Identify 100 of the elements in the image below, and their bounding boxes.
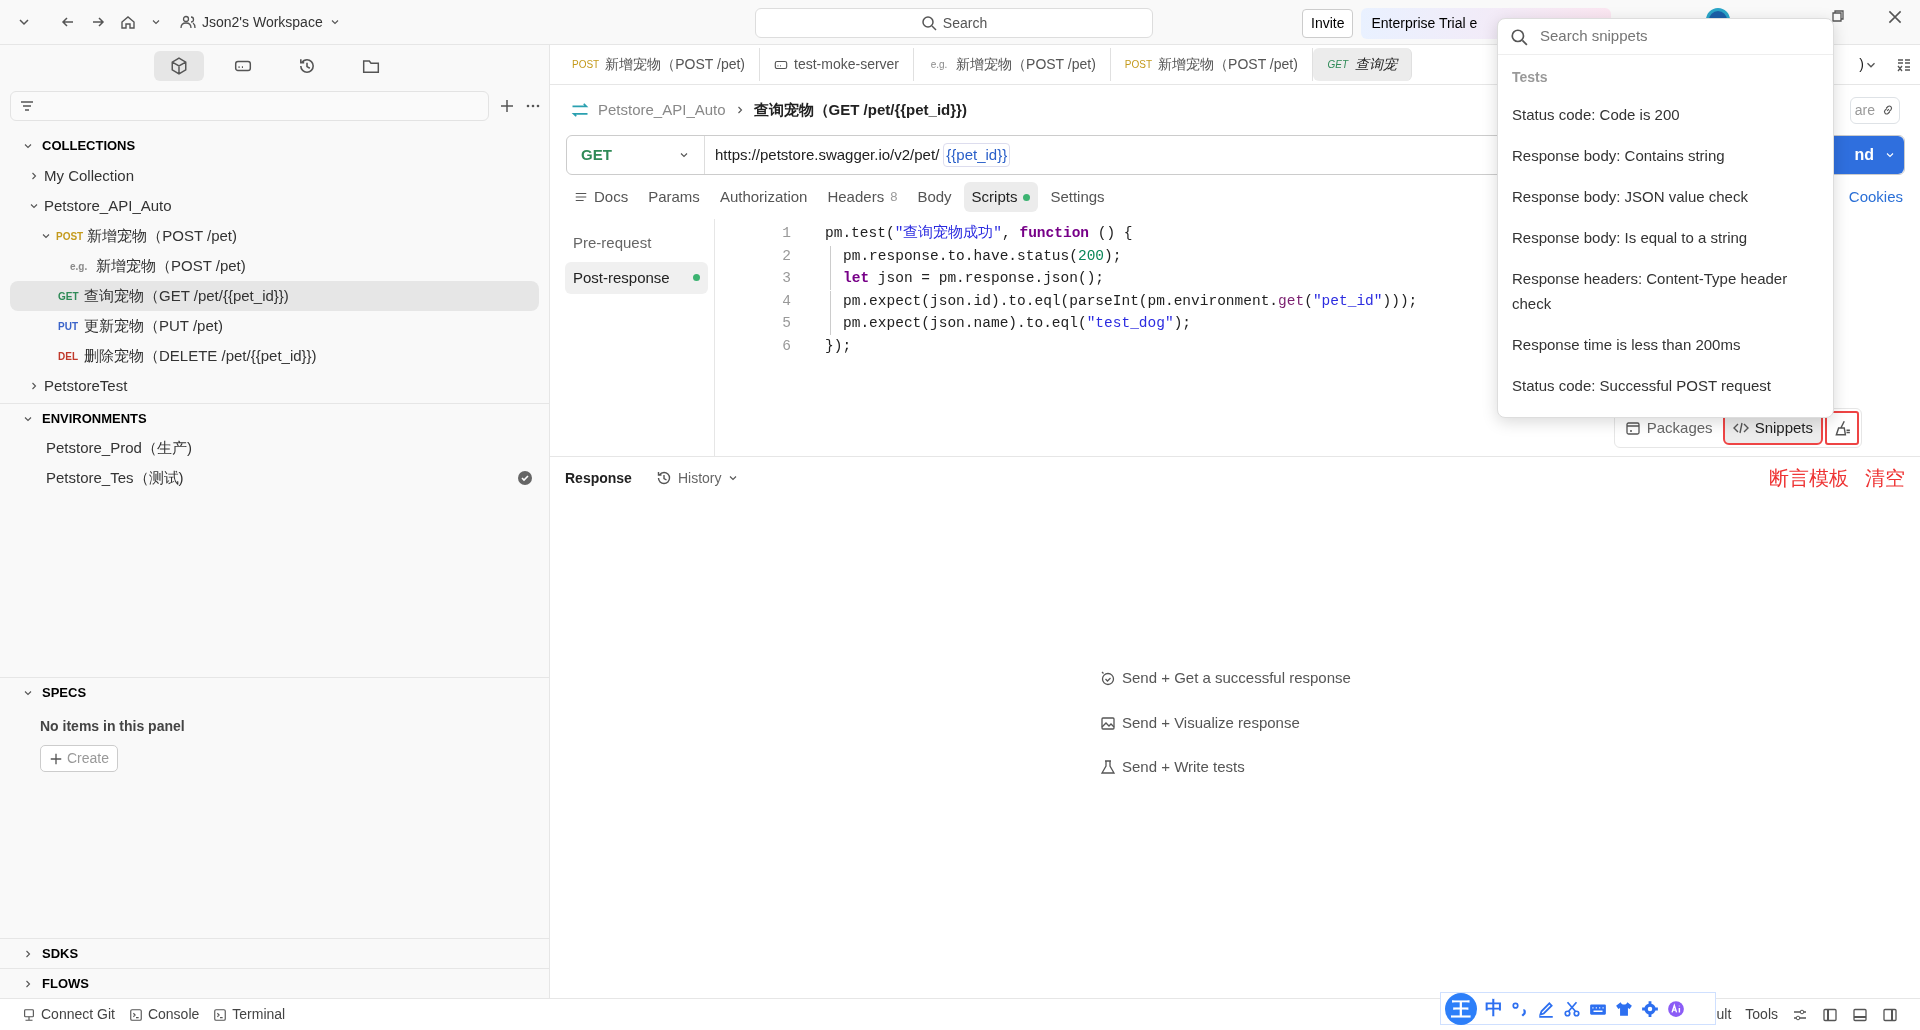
status-bar-button[interactable]: Tools: [1745, 1004, 1778, 1025]
tree-item[interactable]: PetstoreTest: [10, 371, 539, 401]
line-number: 2: [781, 246, 792, 266]
flask-icon: [1100, 759, 1116, 776]
terminal-icon: [213, 1007, 228, 1022]
section-header[interactable]: SDKS: [0, 939, 549, 969]
environment-item[interactable]: Petstore_Prod（生产): [10, 433, 539, 463]
hint-link[interactable]: Send + Visualize response: [1100, 711, 1300, 734]
shirt-icon[interactable]: [1615, 999, 1633, 1018]
code-line: let json = pm.response.json();: [830, 268, 1105, 291]
request-option-tab[interactable]: Headers 8: [819, 181, 906, 213]
annotation-label: 清空: [1865, 466, 1905, 491]
section-label: Tests: [1511, 68, 1549, 87]
tree-item[interactable]: POST 新增宠物（POST /pet): [10, 221, 539, 251]
add-icon[interactable]: [499, 98, 515, 114]
tree-item[interactable]: GET 查询宠物（GET /pet/{{pet_id}}): [10, 281, 539, 311]
status-bar-button[interactable]: Console: [128, 1004, 200, 1025]
variables-icon[interactable]: [1896, 56, 1912, 73]
snippet-item[interactable]: Status code: Successful POST request: [1498, 365, 1833, 406]
hint-link[interactable]: Send + Get a successful response: [1100, 667, 1351, 690]
request-option-tab[interactable]: Body: [909, 181, 960, 213]
code-line: pm.response.to.have.status(200);: [830, 245, 1122, 268]
status-bar-button[interactable]: Connect Git: [22, 1004, 115, 1025]
workspace-switcher[interactable]: Json2's Workspace: [176, 9, 345, 35]
request-tab[interactable]: test-moke-server: [760, 48, 915, 81]
request-option-tab[interactable]: Settings: [1042, 181, 1113, 213]
section-header[interactable]: SPECS: [0, 678, 549, 708]
request-option-tab[interactable]: Scripts: [963, 181, 1039, 213]
environment-item[interactable]: Petstore_Tes（测试): [10, 463, 539, 493]
section-header[interactable]: ENVIRONMENTS: [0, 403, 549, 433]
search-icon: [920, 15, 937, 31]
tree-item[interactable]: Petstore_API_Auto: [10, 191, 539, 221]
code-line: pm.test("查询宠物成功", function () {: [825, 223, 1133, 244]
line-number: 4: [781, 291, 792, 311]
history-icon: [655, 470, 672, 486]
link-icon: [1881, 103, 1895, 117]
snippet-item[interactable]: Response body: JSON value check: [1498, 176, 1833, 217]
status-bar-button[interactable]: ult: [1716, 1004, 1732, 1025]
request-tab[interactable]: POST 新增宠物（POST /pet): [1110, 48, 1313, 81]
scissors-icon[interactable]: [1563, 999, 1581, 1018]
ime-logo[interactable]: 王: [1445, 992, 1477, 1025]
right-panel-icon[interactable]: [1882, 1006, 1898, 1023]
ai-icon[interactable]: [1667, 999, 1685, 1018]
line-number: 1: [781, 224, 792, 244]
snippet-item[interactable]: Response time is less than 200ms: [1498, 324, 1833, 365]
ime-mode-button[interactable]: 中: [1485, 995, 1503, 1022]
packages-button[interactable]: Packages: [1616, 412, 1721, 444]
broom-icon: [1833, 419, 1851, 437]
request-tab[interactable]: e.g. 新增宠物（POST /pet): [914, 48, 1111, 81]
line-number: 5: [781, 314, 792, 334]
search-field[interactable]: Search: [755, 8, 1153, 38]
code-line: pm.expect(json.name).to.eql("test_dog");: [830, 313, 1192, 336]
home-icon[interactable]: [120, 14, 136, 30]
annotation-label: 断言模板: [1769, 466, 1849, 491]
code-line: });: [825, 336, 852, 356]
request-option-tab[interactable]: Params: [640, 181, 708, 213]
line-number: 6: [781, 336, 792, 356]
tab-label-fragment: ): [1859, 55, 1864, 74]
request-option-tab[interactable]: Docs: [566, 181, 637, 213]
plus-icon: [49, 751, 63, 766]
line-number: 3: [781, 269, 792, 289]
tree-item[interactable]: My Collection: [10, 161, 539, 191]
request-tab[interactable]: POST 新增宠物（POST /pet): [558, 48, 760, 81]
image-icon: [1100, 714, 1116, 731]
snippet-item[interactable]: Status code: Code is 200: [1498, 94, 1833, 135]
tree-item[interactable]: DEL 删除宠物（DELETE /pet/{{pet_id}}): [10, 341, 539, 371]
bottom-panel-icon[interactable]: [1852, 1006, 1868, 1023]
snippet-item[interactable]: Response headers: Content-Type header check: [1498, 258, 1833, 324]
console-icon: [128, 1007, 143, 1022]
section-header[interactable]: FLOWS: [0, 969, 549, 999]
check-clock-icon: [1100, 670, 1116, 687]
snippet-item[interactable]: Response body: Is equal to a string: [1498, 217, 1833, 258]
hint-link[interactable]: Send + Write tests: [1100, 756, 1245, 779]
request-title: 查询宠物（GET /pet/{{pet_id}}): [753, 99, 967, 120]
status-bar-button[interactable]: Terminal: [213, 1004, 286, 1025]
breadcrumb-link[interactable]: Petstore_API_Auto: [598, 98, 726, 122]
cube-button[interactable]: [153, 51, 204, 81]
tree-item[interactable]: e.g. 新增宠物（POST /pet): [10, 251, 539, 281]
cookies-link[interactable]: Cookies: [1848, 185, 1903, 209]
search-icon: [1510, 27, 1528, 46]
script-section-item[interactable]: Pre-request: [565, 227, 708, 260]
search-placeholder: Search: [942, 13, 988, 33]
invite-button[interactable]: Invite: [1302, 9, 1354, 38]
code-icon: [1732, 420, 1749, 436]
http-icon: [570, 100, 590, 120]
folder-icon: [361, 57, 380, 75]
package-icon: [1624, 420, 1641, 436]
history-button[interactable]: History: [651, 465, 744, 491]
request-tab[interactable]: GET 查询宠: [1312, 48, 1412, 81]
close-icon[interactable]: [1886, 8, 1904, 26]
lines-icon: [574, 190, 588, 204]
left-panel-icon[interactable]: [1822, 1006, 1838, 1023]
filter-field[interactable]: [10, 91, 489, 121]
tree-item[interactable]: PUT 更新宠物（PUT /pet): [10, 311, 539, 341]
request-option-tab[interactable]: Authorization: [711, 181, 816, 213]
script-section-item[interactable]: Post-response: [565, 261, 708, 294]
pen-icon[interactable]: [1537, 999, 1555, 1018]
restore-icon[interactable]: [1830, 8, 1846, 24]
code-line: pm.expect(json.id).to.eql(parseInt(pm.environment.get("pet_id")));: [830, 290, 1418, 313]
section-header[interactable]: COLLECTIONS: [0, 131, 549, 161]
